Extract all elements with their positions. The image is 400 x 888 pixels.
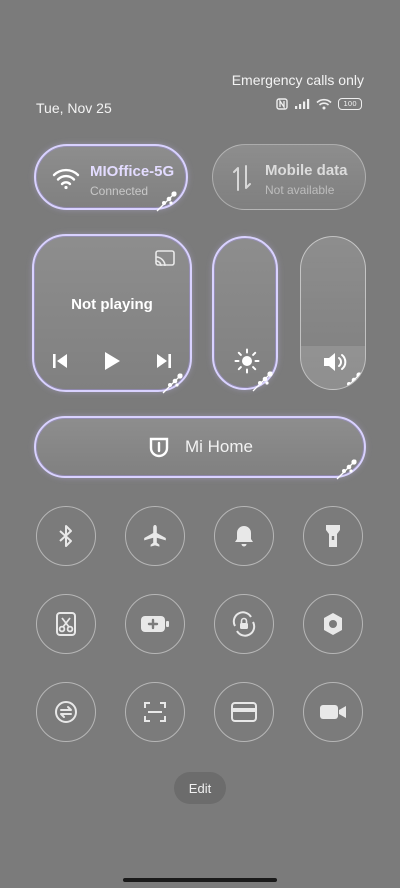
system-status-icons: 100 xyxy=(276,98,362,110)
date-label: Tue, Nov 25 xyxy=(36,100,112,116)
flower-decoration-icon xyxy=(250,368,276,394)
battery-saver-toggle[interactable] xyxy=(125,594,185,654)
rotation-lock-icon xyxy=(231,611,257,637)
flower-decoration-icon xyxy=(160,370,186,396)
wifi-status-icon xyxy=(316,98,332,110)
media-player-tile[interactable]: Not playing xyxy=(32,234,192,394)
mi-home-label: Mi Home xyxy=(184,437,253,456)
mobile-data-title: Mobile data xyxy=(265,162,348,179)
media-status-text: Not playing xyxy=(71,296,153,313)
sync-toggle[interactable] xyxy=(36,682,96,742)
mi-home-icon xyxy=(147,435,171,459)
emergency-calls-text: Emergency calls only xyxy=(231,72,364,88)
settings-toggle[interactable] xyxy=(303,594,363,654)
bluetooth-icon xyxy=(56,524,76,548)
flashlight-toggle[interactable] xyxy=(303,506,363,566)
scanner-toggle[interactable] xyxy=(125,682,185,742)
next-icon[interactable] xyxy=(156,352,172,370)
rotation-lock-toggle[interactable] xyxy=(214,594,274,654)
previous-icon[interactable] xyxy=(52,352,68,370)
card-icon xyxy=(230,701,258,723)
settings-hex-icon xyxy=(321,611,345,637)
flower-decoration-icon xyxy=(334,456,360,482)
flower-decoration-icon xyxy=(154,188,180,214)
wifi-network-name: MIOffice-5G xyxy=(90,163,175,180)
bluetooth-toggle[interactable] xyxy=(36,506,96,566)
flashlight-icon xyxy=(324,523,342,549)
video-record-icon xyxy=(318,702,348,722)
wallet-card-toggle[interactable] xyxy=(214,682,274,742)
wifi-icon xyxy=(52,166,80,190)
battery-saver-icon xyxy=(140,614,170,634)
cast-icon[interactable] xyxy=(154,250,176,268)
sync-icon xyxy=(53,699,79,725)
airplane-mode-icon xyxy=(142,523,168,549)
scanner-icon xyxy=(143,700,167,724)
flower-decoration-icon xyxy=(339,369,365,389)
screenshot-toggle[interactable] xyxy=(36,594,96,654)
play-icon[interactable] xyxy=(102,350,122,372)
volume-slider[interactable] xyxy=(300,236,366,390)
mobile-data-status: Not available xyxy=(265,183,335,197)
airplane-mode-toggle[interactable] xyxy=(125,506,185,566)
mobile-data-icon xyxy=(231,164,253,192)
screenshot-icon xyxy=(54,611,78,637)
nfc-icon xyxy=(276,98,288,110)
bell-icon xyxy=(233,524,255,548)
wifi-tile[interactable]: MIOffice-5G Connected xyxy=(34,144,188,212)
battery-icon: 100 xyxy=(338,98,362,110)
brightness-slider[interactable] xyxy=(212,236,278,392)
mobile-data-tile[interactable]: Mobile data Not available xyxy=(212,144,366,210)
mi-home-button[interactable]: Mi Home xyxy=(34,416,366,480)
sound-toggle[interactable] xyxy=(214,506,274,566)
edit-button[interactable]: Edit xyxy=(174,772,226,804)
screen-recorder-toggle[interactable] xyxy=(303,682,363,742)
signal-icon xyxy=(294,98,310,110)
gesture-home-bar[interactable] xyxy=(123,878,277,882)
